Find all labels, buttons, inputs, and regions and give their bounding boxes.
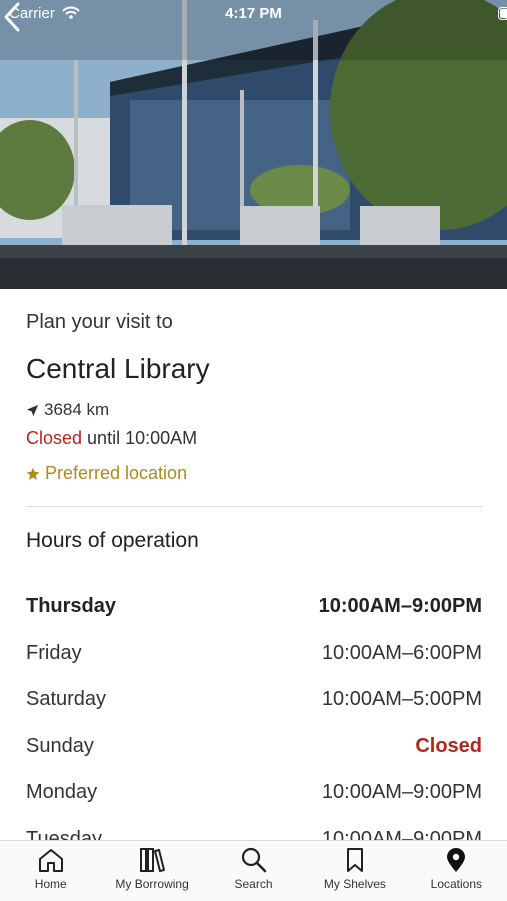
hours-value: 10:00AM–9:00PM [322, 781, 482, 828]
tab-my-shelves[interactable]: My Shelves [304, 841, 405, 901]
bookmark-icon [341, 847, 369, 873]
hours-value: 10:00AM–6:00PM [322, 642, 482, 689]
status-bar: Carrier 4:17 PM [0, 0, 507, 28]
hours-value: 10:00AM–9:00PM [322, 828, 482, 842]
tab-my-borrowing[interactable]: My Borrowing [101, 841, 202, 901]
hours-heading: Hours of operation [26, 529, 199, 553]
tab-label: My Shelves [324, 877, 386, 891]
day-label: Saturday [26, 688, 106, 735]
day-label: Monday [26, 781, 97, 828]
home-icon [37, 847, 65, 873]
hours-value: 10:00AM–5:00PM [322, 688, 482, 735]
battery-icon [498, 7, 507, 20]
tab-label: Locations [431, 877, 482, 891]
tab-search[interactable]: Search [203, 841, 304, 901]
hours-row-thursday: Thursday 10:00AM–9:00PM [26, 595, 482, 642]
distance-info: 3684 km [26, 400, 109, 420]
tab-label: Home [35, 877, 67, 891]
visit-subtitle: Plan your visit to [26, 311, 173, 334]
hours-row-sunday: Sunday Closed [26, 735, 482, 782]
hours-row-friday: Friday 10:00AM–6:00PM [26, 642, 482, 689]
open-status: Closed until 10:00AM [26, 428, 197, 449]
status-suffix: until 10:00AM [87, 428, 197, 448]
tab-label: My Borrowing [115, 877, 188, 891]
day-label: Thursday [26, 595, 116, 642]
hours-row-saturday: Saturday 10:00AM–5:00PM [26, 688, 482, 735]
wifi-icon [62, 6, 80, 19]
books-icon [138, 847, 166, 873]
hours-row-tuesday: Tuesday 10:00AM–9:00PM [26, 828, 482, 842]
hours-table: Thursday 10:00AM–9:00PM Friday 10:00AM–6… [26, 595, 482, 841]
library-name: Central Library [26, 353, 210, 385]
hours-value: Closed [415, 735, 482, 782]
map-pin-icon [442, 847, 470, 873]
hours-row-monday: Monday 10:00AM–9:00PM [26, 781, 482, 828]
star-icon [26, 467, 40, 481]
divider [26, 506, 483, 507]
library-building-photo [0, 0, 507, 289]
day-label: Friday [26, 642, 82, 689]
back-button[interactable] [0, 0, 30, 34]
hours-value: 10:00AM–9:00PM [319, 595, 482, 642]
hero-photo: Carrier 4:17 PM [0, 0, 507, 289]
chevron-left-icon [6, 4, 18, 30]
closed-label: Closed [26, 428, 82, 448]
tab-bar: Home My Borrowing Search My Shelves Loca… [0, 840, 507, 901]
location-arrow-icon [26, 404, 39, 417]
tab-home[interactable]: Home [0, 841, 101, 901]
tab-label: Search [235, 877, 273, 891]
location-details: Plan your visit to Central Library 3684 … [0, 289, 507, 841]
search-icon [240, 847, 268, 873]
day-label: Tuesday [26, 828, 102, 842]
preferred-label: Preferred location [45, 463, 187, 484]
tab-locations[interactable]: Locations [406, 841, 507, 901]
preferred-location-button[interactable]: Preferred location [26, 463, 187, 484]
day-label: Sunday [26, 735, 94, 782]
distance-value: 3684 km [44, 400, 109, 420]
